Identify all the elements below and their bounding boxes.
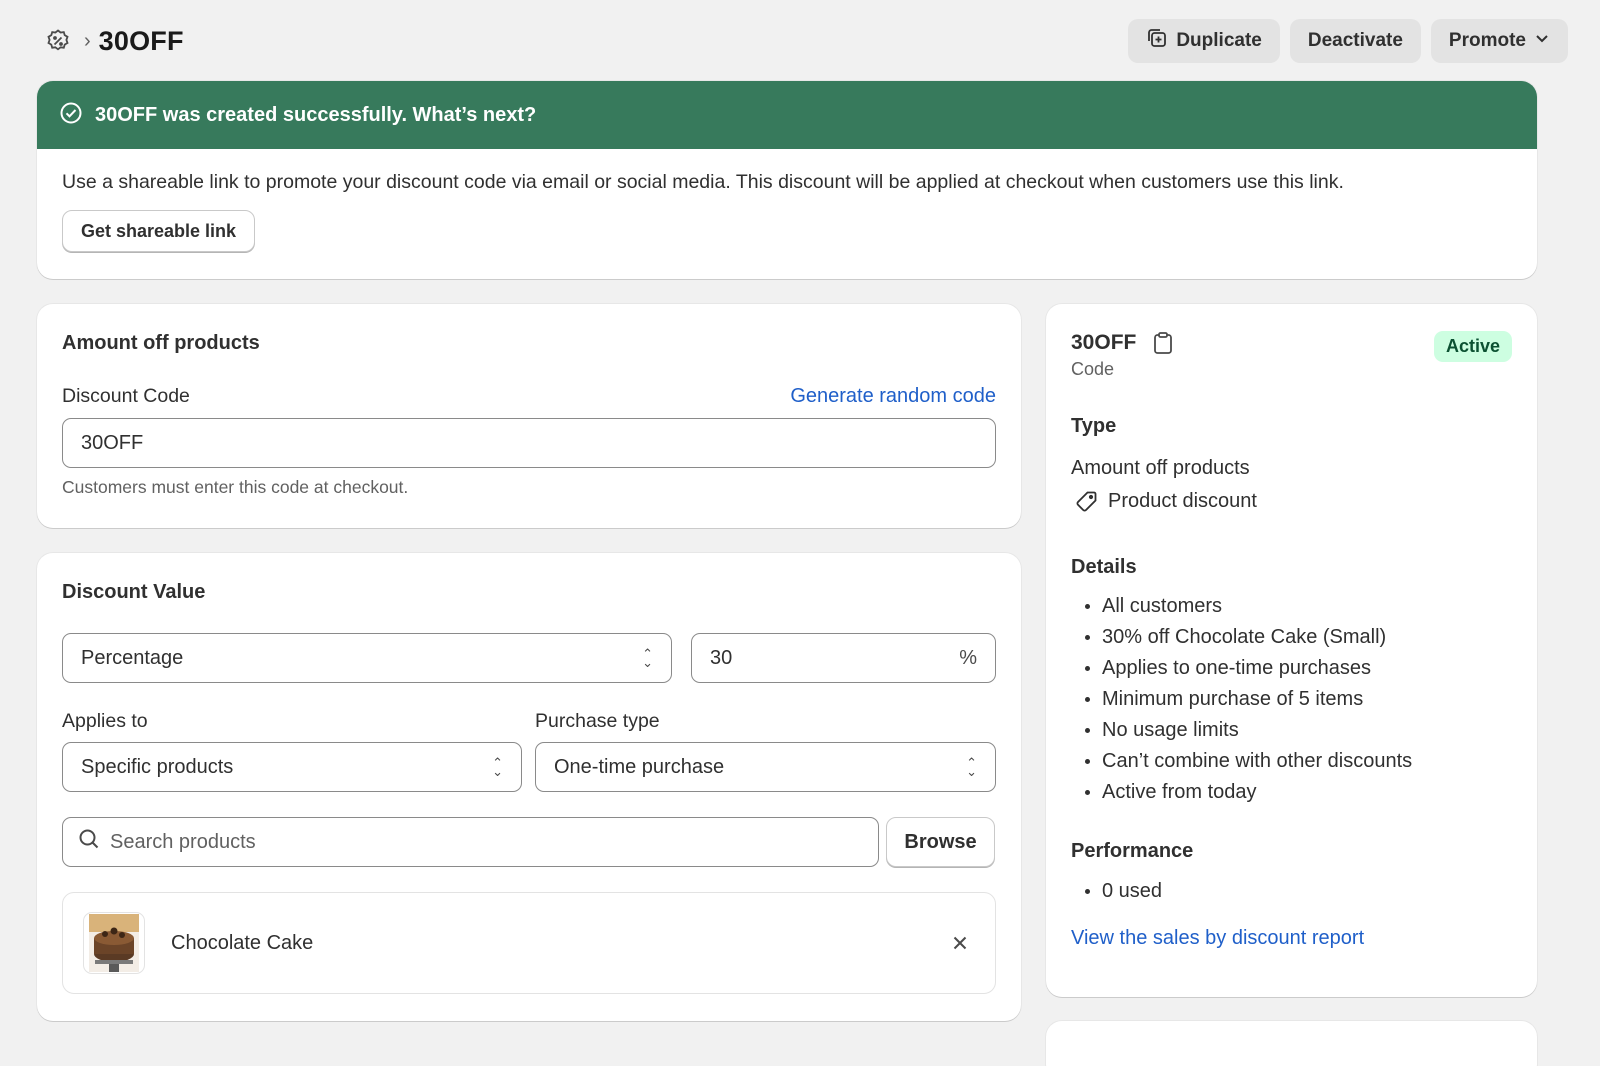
- discount-code-value: 30OFF: [81, 431, 144, 454]
- summary-code-caption: Code: [1071, 359, 1115, 379]
- banner-text: Use a shareable link to promote your dis…: [62, 171, 1344, 193]
- duplicate-label: Duplicate: [1176, 30, 1262, 51]
- generate-random-code-link[interactable]: Generate random code: [790, 385, 996, 408]
- discount-gear-icon[interactable]: [44, 27, 72, 55]
- search-placeholder: Search products: [110, 830, 256, 853]
- discount-code-card: Amount off products Discount Code Genera…: [37, 304, 1021, 528]
- purchase-type-value: One-time purchase: [554, 755, 725, 778]
- details-list: All customers 30% off Chocolate Cake (Sm…: [1071, 591, 1512, 808]
- duplicate-button[interactable]: Duplicate: [1128, 19, 1280, 63]
- applies-to-value: Specific products: [81, 755, 234, 778]
- list-item: Active from today: [1071, 777, 1512, 808]
- list-item: Applies to one-time purchases: [1071, 653, 1512, 684]
- card-title: Amount off products: [62, 332, 260, 354]
- applies-to-select[interactable]: Specific products ⌃ ⌄: [62, 742, 522, 792]
- deactivate-label: Deactivate: [1307, 30, 1403, 51]
- type-detail: Product discount: [1108, 490, 1257, 512]
- percent-suffix: %: [959, 646, 977, 669]
- search-products-input[interactable]: Search products: [62, 817, 879, 867]
- status-badge: Active: [1433, 331, 1512, 362]
- banner-body: Use a shareable link to promote your dis…: [37, 149, 1537, 274]
- success-banner: 30OFF was created successfully. What’s n…: [37, 81, 1537, 279]
- browse-button[interactable]: Browse: [886, 817, 995, 867]
- list-item: All customers: [1071, 591, 1512, 622]
- summary-card: 30OFF Code Active Type Amount off produc…: [1046, 304, 1537, 997]
- promote-button[interactable]: Promote: [1430, 19, 1568, 63]
- get-shareable-link-button[interactable]: Get shareable link: [62, 210, 256, 252]
- amount-value: 30: [710, 646, 733, 669]
- card-title: Discount Value: [62, 581, 206, 603]
- value-type-value: Percentage: [81, 646, 184, 669]
- page-title: 30OFF: [98, 25, 184, 56]
- duplicate-icon: [1146, 27, 1168, 55]
- check-circle-icon: [59, 101, 83, 130]
- next-card-partial: [1046, 1021, 1537, 1066]
- clipboard-icon[interactable]: [1152, 331, 1174, 355]
- discount-value-card: Discount Value Percentage ⌃ ⌄ 30 % Applie…: [37, 553, 1021, 1021]
- performance-heading: Performance: [1071, 840, 1194, 862]
- list-item: 0 used: [1071, 876, 1512, 907]
- select-updown-icon: ⌃ ⌄: [966, 755, 977, 779]
- banner-title: 30OFF was created successfully. What’s n…: [95, 103, 537, 126]
- deactivate-button[interactable]: Deactivate: [1289, 19, 1421, 63]
- select-updown-icon: ⌃ ⌄: [642, 646, 653, 670]
- type-value: Amount off products: [1071, 457, 1250, 479]
- purchase-type-label: Purchase type: [535, 710, 660, 732]
- page-header: › 30OFF Duplicate Deactivate Promote: [37, 16, 1568, 66]
- banner-header: 30OFF was created successfully. What’s n…: [37, 81, 1537, 149]
- remove-product-close-icon[interactable]: [951, 934, 969, 952]
- breadcrumb-chevron-icon: ›: [84, 29, 91, 52]
- type-heading: Type: [1071, 415, 1117, 437]
- list-item: No usage limits: [1071, 715, 1512, 746]
- list-item: 30% off Chocolate Cake (Small): [1071, 622, 1512, 653]
- sales-report-link[interactable]: View the sales by discount report: [1071, 927, 1512, 950]
- promote-label: Promote: [1448, 30, 1526, 51]
- selected-product-row: Chocolate Cake: [62, 892, 996, 994]
- summary-code: 30OFF: [1071, 331, 1137, 354]
- discount-code-help: Customers must enter this code at checko…: [62, 477, 409, 497]
- purchase-type-select[interactable]: One-time purchase ⌃ ⌄: [535, 742, 996, 792]
- details-heading: Details: [1071, 556, 1137, 578]
- performance-list: 0 used: [1071, 876, 1512, 907]
- tag-icon: [1075, 490, 1098, 513]
- amount-input[interactable]: 30 %: [691, 633, 996, 683]
- product-name: Chocolate Cake: [171, 931, 314, 954]
- discount-code-label: Discount Code: [62, 385, 190, 407]
- product-thumbnail: [83, 912, 145, 974]
- applies-to-label: Applies to: [62, 710, 148, 732]
- select-updown-icon: ⌃ ⌄: [492, 755, 503, 779]
- list-item: Can’t combine with other discounts: [1071, 746, 1512, 777]
- search-icon: [78, 828, 100, 856]
- chevron-down-icon: [1534, 30, 1550, 52]
- list-item: Minimum purchase of 5 items: [1071, 684, 1512, 715]
- value-type-select[interactable]: Percentage ⌃ ⌄: [62, 633, 672, 683]
- header-actions: Duplicate Deactivate Promote: [1128, 19, 1568, 63]
- discount-code-input[interactable]: 30OFF: [62, 418, 996, 468]
